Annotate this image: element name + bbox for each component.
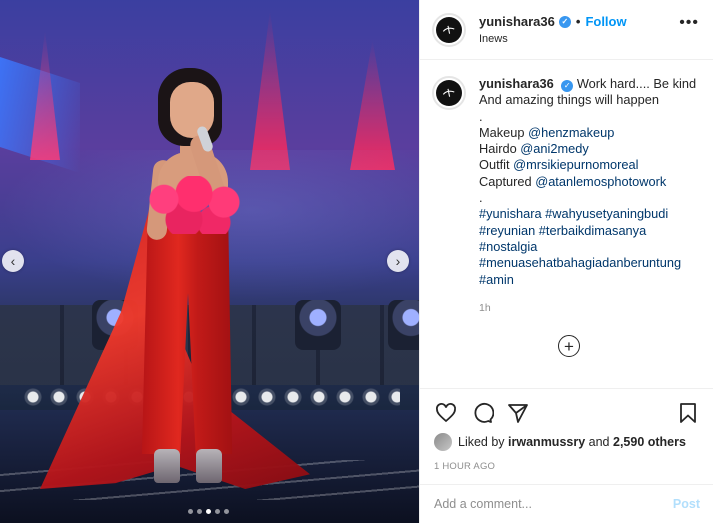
caption-line: . (479, 108, 483, 124)
load-more-comments-button[interactable]: + (558, 335, 580, 357)
hashtag-line: #nostalgia (479, 239, 696, 255)
mention-link[interactable]: @atanlemosphotowork (535, 174, 666, 189)
post-comment-button[interactable]: Post (673, 497, 700, 511)
verified-badge-icon: ✓ (561, 80, 574, 92)
follow-button[interactable]: Follow (585, 14, 626, 29)
more-options-icon[interactable]: ••• (679, 14, 699, 32)
caption-line: Captured @atanlemosphotowork (479, 174, 696, 190)
avatar[interactable] (432, 76, 466, 110)
header-text: yunishara36 ✓ • Follow Inews (479, 14, 627, 45)
comment-form: Post (420, 484, 713, 523)
carousel-next-button[interactable]: › (387, 250, 409, 272)
verified-badge-icon: ✓ (558, 15, 571, 28)
header-separator: • (575, 14, 581, 29)
silver-shoe (154, 449, 180, 483)
plus-icon: + (564, 336, 574, 356)
hashtag-link[interactable]: #yunishara (479, 206, 542, 221)
post-actions: Liked by irwanmussry and 2,590 others 1 … (420, 388, 713, 472)
header-row: yunishara36 ✓ • Follow (479, 14, 627, 29)
caption-time: 1h (479, 301, 491, 314)
hashtag-link[interactable]: #wahyusetyaningbudi (545, 206, 668, 221)
carousel-dot (197, 509, 202, 514)
hashtag-link[interactable]: #nostalgia (479, 239, 537, 254)
carousel-dot (224, 509, 229, 514)
hashtag-link[interactable]: #terbaikdimasanya (539, 223, 646, 238)
caption-line: And amazing things will happen (479, 92, 659, 108)
post-location[interactable]: Inews (479, 33, 627, 45)
carousel-dot (215, 509, 220, 514)
hashtag-line: #menuasehatbahagiadanberuntung (479, 255, 696, 271)
caption-username[interactable]: yunishara36 (479, 76, 554, 91)
likes-middle: and (588, 435, 610, 449)
carousel-prev-button[interactable]: ‹ (2, 250, 24, 272)
hashtag-link[interactable]: #reyunian (479, 223, 535, 238)
carousel-indicator (188, 509, 229, 514)
pink-ruffle-top (144, 176, 244, 234)
post-photo[interactable]: ‹ › (0, 0, 419, 523)
singer-figure (40, 64, 310, 504)
mention-link[interactable]: @mrsikiepurnomoreal (513, 157, 638, 172)
singer-face (170, 82, 214, 138)
caption-line: . (479, 190, 483, 206)
heart-icon[interactable] (434, 401, 458, 425)
stage-lamp (388, 300, 419, 350)
likes-count[interactable]: 2,590 others (613, 435, 686, 449)
caption-line: Hairdo @ani2medy (479, 141, 696, 157)
post-caption: yunishara36 ✓ Work hard.... Be kind And … (420, 60, 713, 316)
caption-text: Makeup (479, 124, 529, 140)
carousel-dot (206, 509, 211, 514)
bookmark-icon[interactable] (676, 401, 700, 425)
caption-line: yunishara36 ✓ Work hard.... Be kind (479, 76, 696, 92)
signature-logo-icon (443, 25, 455, 34)
post-sidebar: yunishara36 ✓ • Follow Inews ••• yunisha… (419, 0, 713, 523)
liker-avatar[interactable] (434, 433, 452, 451)
liker-username[interactable]: irwanmussry (508, 435, 585, 449)
signature-logo-icon (443, 88, 455, 98)
caption-text: Outfit (479, 157, 514, 173)
avatar-image (436, 80, 462, 106)
hashtag-line: #amin (479, 272, 696, 288)
silver-shoe (196, 449, 222, 483)
caption-text: Hairdo (479, 141, 521, 157)
likes-prefix: Liked by (458, 435, 505, 449)
header-username[interactable]: yunishara36 (479, 14, 555, 29)
mention-link[interactable]: @henzmakeup (528, 125, 614, 140)
carousel-dot (188, 509, 193, 514)
avatar[interactable] (432, 12, 466, 47)
caption-body: yunishara36 ✓ Work hard.... Be kind And … (479, 76, 696, 316)
avatar-image (436, 16, 462, 43)
hashtag-link[interactable]: #amin (479, 272, 514, 287)
caption-line: Makeup @henzmakeup (479, 125, 696, 141)
post-header: yunishara36 ✓ • Follow Inews ••• (420, 0, 713, 60)
chevron-left-icon: ‹ (10, 253, 16, 269)
caption-line: Outfit @mrsikiepurnomoreal (479, 157, 696, 173)
caption-text: Work hard.... Be kind (576, 76, 697, 91)
hashtag-line: #reyunian #terbaikdimasanya (479, 223, 696, 239)
caption-text: Captured (479, 173, 536, 189)
comment-icon[interactable] (470, 401, 494, 425)
action-icons (434, 401, 700, 425)
instagram-post: ‹ › yunishara36 ✓ • Follow Inews ••• yun… (0, 0, 713, 523)
hashtag-line: #yunishara #wahyusetyaningbudi (479, 206, 696, 222)
comment-input[interactable] (434, 497, 673, 511)
post-timestamp[interactable]: 1 HOUR AGO (434, 461, 700, 472)
chevron-right-icon: › (395, 253, 401, 269)
likes-summary: Liked by irwanmussry and 2,590 others (434, 433, 700, 451)
hashtag-link[interactable]: #menuasehatbahagiadanberuntung (479, 255, 681, 270)
mention-link[interactable]: @ani2medy (520, 141, 588, 156)
share-icon[interactable] (506, 401, 530, 425)
